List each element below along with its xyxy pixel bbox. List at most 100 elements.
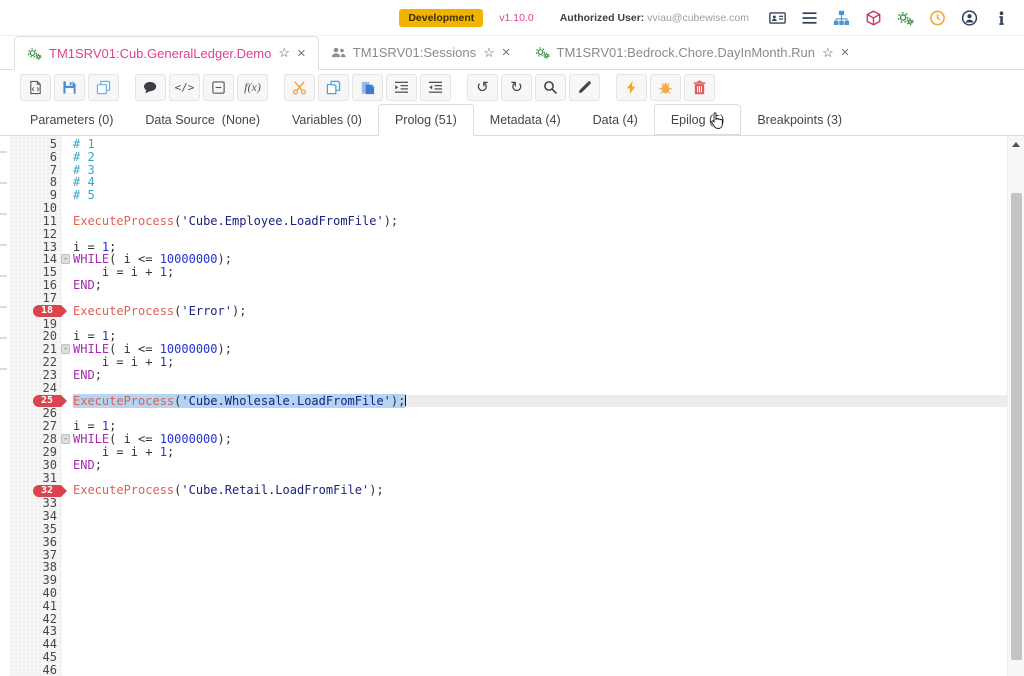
code-button[interactable]: </>	[169, 74, 200, 101]
environment-badge: Development	[399, 9, 483, 27]
edit-button[interactable]	[569, 74, 600, 101]
section-tab-epilog-5[interactable]: Epilog (5)	[654, 104, 742, 135]
code-text[interactable]: ExecuteProcess('Error');	[73, 305, 246, 318]
topbar-icon-menu	[769, 10, 1010, 26]
code-line: 29 i = i + 1;	[0, 446, 1007, 459]
breakpoint-badge[interactable]: 25	[33, 395, 61, 407]
section-tab-metadata-4[interactable]: Metadata (4)	[474, 104, 577, 135]
collapse-button[interactable]	[203, 74, 234, 101]
line-number[interactable]: 12	[10, 228, 57, 241]
file-code-button[interactable]	[20, 74, 51, 101]
save-button[interactable]	[54, 74, 85, 101]
token: ;	[167, 445, 174, 459]
section-tab-prolog-51[interactable]: Prolog (51)	[378, 104, 474, 136]
token: # 5	[73, 188, 95, 202]
line-number[interactable]: 36	[10, 536, 57, 549]
outdent-button[interactable]	[420, 74, 451, 101]
line-number[interactable]: 41	[10, 600, 57, 613]
favorite-star-icon[interactable]: ☆	[822, 45, 834, 61]
comment-button[interactable]	[135, 74, 166, 101]
close-tab-icon[interactable]: ×	[841, 46, 850, 59]
line-number[interactable]: 28	[10, 433, 57, 446]
section-tab-label: Metadata (4)	[490, 113, 561, 127]
sitemap-icon[interactable]	[833, 10, 850, 26]
code-text[interactable]: ExecuteProcess('Cube.Employee.LoadFromFi…	[73, 215, 398, 228]
info-icon[interactable]	[993, 10, 1010, 26]
section-tab-label: Breakpoints (3)	[757, 113, 842, 127]
document-tab-3[interactable]: TM1SRV01:Bedrock.Chore.DayInMonth.Run☆×	[523, 36, 862, 69]
line-number[interactable]: 31	[10, 472, 57, 485]
section-tab-data-4[interactable]: Data (4)	[577, 104, 654, 135]
document-tab-2[interactable]: TM1SRV01:Sessions☆×	[319, 36, 523, 69]
line-number[interactable]: 46	[10, 664, 57, 676]
breakpoint-badge[interactable]: 32	[33, 485, 61, 497]
code-line: 23 END;	[0, 369, 1007, 382]
id-card-icon[interactable]	[769, 10, 786, 26]
list-icon[interactable]	[801, 10, 818, 26]
line-number[interactable]: 23	[10, 369, 57, 382]
section-tab-data-source-none[interactable]: Data Source (None)	[129, 104, 276, 135]
favorite-star-icon[interactable]: ☆	[278, 45, 290, 61]
topbar: Development v1.10.0 Authorized User:vvia…	[0, 0, 1024, 36]
close-tab-icon[interactable]: ×	[297, 47, 306, 60]
close-tab-icon[interactable]: ×	[502, 46, 511, 59]
line-number[interactable]: 34	[10, 510, 57, 523]
scroll-up-button[interactable]	[1008, 136, 1024, 152]
code-line: 22 i = i + 1;	[0, 356, 1007, 369]
line-number[interactable]: 17	[10, 292, 57, 305]
copy-button[interactable]	[318, 74, 349, 101]
line-number[interactable]: 6	[10, 151, 57, 164]
line-number[interactable]: 24	[10, 382, 57, 395]
paste-button[interactable]	[352, 74, 383, 101]
fold-marker-icon[interactable]: -	[61, 434, 70, 444]
delete-button[interactable]	[684, 74, 715, 101]
search-button[interactable]	[535, 74, 566, 101]
code-line: 8# 4	[0, 176, 1007, 189]
line-number[interactable]: 11	[10, 215, 57, 228]
line-number[interactable]: 35	[10, 523, 57, 536]
line-number[interactable]: 29	[10, 446, 57, 459]
token: 1	[160, 355, 167, 369]
scroll-up-arrow-icon	[1012, 142, 1020, 147]
code-text[interactable]: ExecuteProcess('Cube.Retail.LoadFromFile…	[73, 484, 384, 497]
code-text[interactable]: END;	[73, 279, 102, 292]
redo-button[interactable]: ↻	[501, 74, 532, 101]
cut-button[interactable]	[284, 74, 315, 101]
indent-button[interactable]	[386, 74, 417, 101]
code-editor[interactable]: 5# 16# 27# 38# 49# 51011ExecuteProcess('…	[0, 136, 1024, 676]
gears-icon[interactable]	[897, 10, 914, 26]
fold-marker-icon[interactable]: -	[61, 254, 70, 264]
clock-icon[interactable]	[929, 10, 946, 26]
undo-button[interactable]: ↺	[467, 74, 498, 101]
debug-button[interactable]	[650, 74, 681, 101]
line-number[interactable]: 16	[10, 279, 57, 292]
token: 'Error'	[181, 304, 232, 318]
code-text[interactable]: # 5	[73, 189, 95, 202]
token: ;	[167, 265, 174, 279]
code-text[interactable]: END;	[73, 459, 102, 472]
vertical-scrollbar[interactable]	[1007, 136, 1024, 676]
section-tab-label: Variables (0)	[292, 113, 362, 127]
toolbar-group-2: </> f(x)	[135, 74, 271, 101]
code-line: 36	[0, 536, 1007, 549]
document-tab-1[interactable]: TM1SRV01:Cub.GeneralLedger.Demo☆×	[14, 36, 319, 70]
section-tab-variables-0[interactable]: Variables (0)	[276, 104, 378, 135]
breakpoint-badge[interactable]: 18	[33, 305, 61, 317]
line-number[interactable]: 30	[10, 459, 57, 472]
clone-button[interactable]	[88, 74, 119, 101]
section-tab-parameters-0[interactable]: Parameters (0)	[14, 104, 129, 135]
line-number[interactable]: 5	[10, 138, 57, 151]
code-text[interactable]: ExecuteProcess('Cube.Wholesale.LoadFromF…	[73, 395, 406, 408]
run-button[interactable]	[616, 74, 647, 101]
function-button[interactable]: f(x)	[237, 74, 268, 101]
fold-marker-icon[interactable]: -	[61, 344, 70, 354]
line-number[interactable]: 22	[10, 356, 57, 369]
user-icon[interactable]	[961, 10, 978, 26]
code-text[interactable]: END;	[73, 369, 102, 382]
favorite-star-icon[interactable]: ☆	[483, 45, 495, 61]
line-number[interactable]: 40	[10, 587, 57, 600]
section-tab-breakpoints-3[interactable]: Breakpoints (3)	[741, 104, 858, 135]
scrollbar-thumb[interactable]	[1011, 193, 1022, 660]
code-lines[interactable]: 5# 16# 27# 38# 49# 51011ExecuteProcess('…	[0, 138, 1007, 676]
cube-icon[interactable]	[865, 10, 882, 26]
